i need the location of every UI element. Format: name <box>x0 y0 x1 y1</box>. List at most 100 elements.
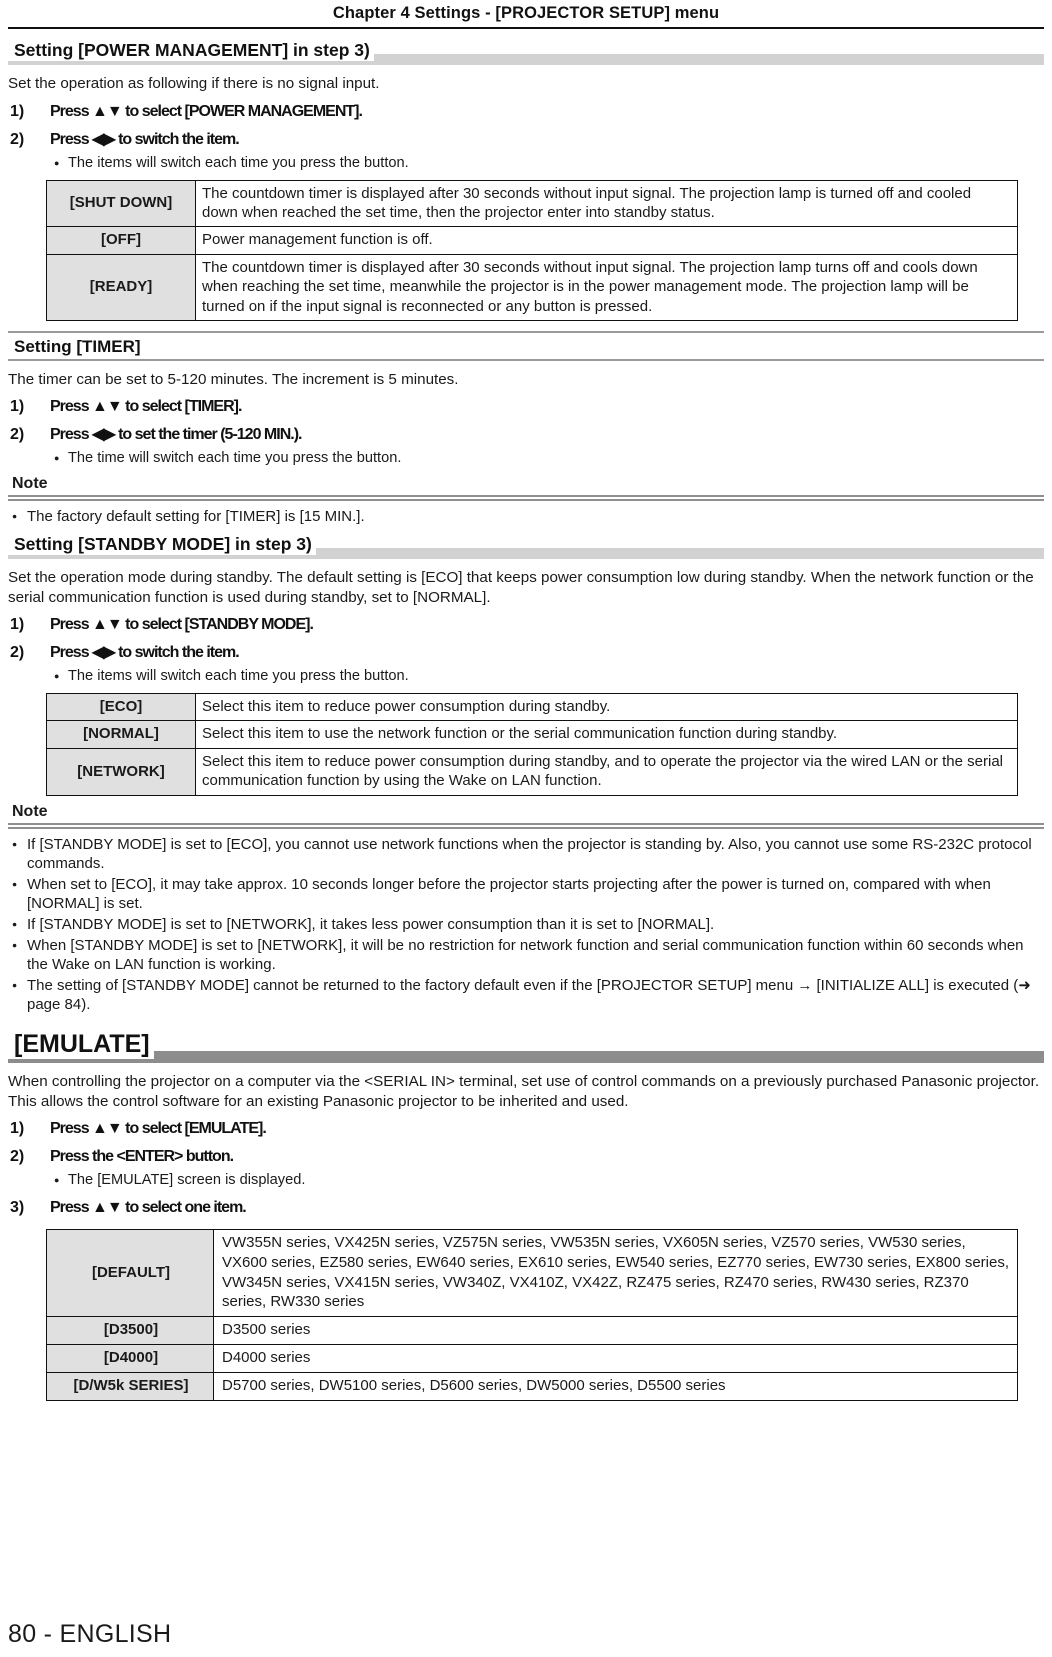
option-key: [OFF] <box>46 226 196 255</box>
step-text: Press ▲▼ to select one item. <box>50 1199 247 1216</box>
standby-mode-steps: 1) Press ▲▼ to select [STANDBY MODE]. 2)… <box>8 614 1044 663</box>
option-value: The countdown timer is displayed after 3… <box>195 253 1018 321</box>
page-footer: 80 - ENGLISH <box>8 1620 172 1648</box>
timer-sub-bullets: The time will switch each time you press… <box>8 449 1044 468</box>
list-item: The time will switch each time you press… <box>54 449 1044 468</box>
emulate-steps: 1) Press ▲▼ to select [EMULATE]. 2) Pres… <box>8 1118 1044 1167</box>
step-item: 1) Press ▲▼ to select [TIMER]. <box>8 396 1044 417</box>
section-heading-timer: Setting [TIMER] <box>8 330 1044 361</box>
section-heading-emulate-label: [EMULATE] <box>8 1029 154 1059</box>
emulate-intro: When controlling the projector on a comp… <box>8 1073 1040 1110</box>
power-management-intro: Set the operation as following if there … <box>8 75 380 92</box>
list-item: The setting of [STANDBY MODE] cannot be … <box>12 976 1044 1015</box>
table-row: [NORMAL] Select this item to use the net… <box>46 720 1018 749</box>
standby-mode-notes: If [STANDBY MODE] is set to [ECO], you c… <box>8 835 1044 1015</box>
section-heading-power-management-label: Setting [POWER MANAGEMENT] in step 3) <box>8 39 374 61</box>
step-number: 2) <box>10 426 25 444</box>
timer-note-header: Note <box>8 474 1044 502</box>
note-rule-bottom <box>8 499 1044 502</box>
option-key: [NORMAL] <box>46 720 196 749</box>
section-heading-emulate: [EMULATE] <box>8 1029 1044 1063</box>
heading-band-fill <box>8 1051 1044 1063</box>
step-item: 2) Press the <ENTER> button. <box>8 1146 1044 1167</box>
option-value: Select this item to use the network func… <box>195 720 1018 749</box>
option-key: [D4000] <box>46 1343 214 1373</box>
option-key: [D/W5k SERIES] <box>46 1371 214 1401</box>
list-item: When [STANDBY MODE] is set to [NETWORK],… <box>12 936 1044 975</box>
section-heading-timer-label: Setting [TIMER] <box>14 336 141 356</box>
option-value: D4000 series <box>213 1343 1018 1373</box>
step-item: 3) Press ▲▼ to select one item. <box>8 1197 1044 1218</box>
section-heading-standby-mode-label: Setting [STANDBY MODE] in step 3) <box>8 533 316 556</box>
note-label: Note <box>12 802 48 820</box>
option-key: [SHUT DOWN] <box>46 179 196 228</box>
option-key: [ECO] <box>46 693 196 722</box>
step-text: Press ◀▶ to set the timer (5-120 MIN.). <box>50 426 302 444</box>
step-text: Press ▲▼ to select [TIMER]. <box>50 398 242 416</box>
option-value: Power management function is off. <box>195 226 1018 255</box>
list-item: If [STANDBY MODE] is set to [NETWORK], i… <box>12 915 1044 935</box>
note-rule-top <box>8 495 1044 498</box>
timer-steps: 1) Press ▲▼ to select [TIMER]. 2) Press … <box>8 396 1044 445</box>
note-rule-bottom <box>8 826 1044 829</box>
step-text: Press ◀▶ to switch the item. <box>50 130 240 148</box>
step-number: 2) <box>10 130 25 148</box>
option-value: Select this item to reduce power consump… <box>195 693 1018 722</box>
step-item: 2) Press ◀▶ to switch the item. <box>8 642 1044 663</box>
table-row: [SHUT DOWN] The countdown timer is displ… <box>46 179 1018 228</box>
emulate-steps-continued: 3) Press ▲▼ to select one item. <box>8 1197 1044 1218</box>
power-management-sub-bullets: The items will switch each time you pres… <box>8 154 1044 173</box>
table-row: [OFF] Power management function is off. <box>46 226 1018 255</box>
step-number: 2) <box>10 1148 25 1165</box>
timer-notes: The factory default setting for [TIMER] … <box>8 507 1044 527</box>
step-text: Press ▲▼ to select [EMULATE]. <box>50 1120 267 1137</box>
emulate-options-table: [DEFAULT] VW355N series, VX425N series, … <box>46 1228 1018 1401</box>
option-key: [NETWORK] <box>46 747 196 796</box>
list-item: The factory default setting for [TIMER] … <box>12 507 1044 527</box>
step-number: 2) <box>10 644 25 662</box>
power-management-steps: 1) Press ▲▼ to select [POWER MANAGEMENT]… <box>8 101 1044 150</box>
section-heading-standby-mode: Setting [STANDBY MODE] in step 3) <box>8 533 1044 560</box>
step-item: 2) Press ◀▶ to switch the item. <box>8 129 1044 150</box>
note-label: Note <box>12 475 48 493</box>
list-item: If [STANDBY MODE] is set to [ECO], you c… <box>12 835 1044 874</box>
step-item: 2) Press ◀▶ to set the timer (5-120 MIN.… <box>8 424 1044 445</box>
option-value: The countdown timer is displayed after 3… <box>195 179 1018 228</box>
step-number: 3) <box>10 1199 25 1216</box>
standby-mode-sub-bullets: The items will switch each time you pres… <box>8 667 1044 686</box>
table-row: [ECO] Select this item to reduce power c… <box>46 693 1018 722</box>
step-number: 1) <box>10 102 25 120</box>
chapter-header: Chapter 4 Settings - [PROJECTOR SETUP] m… <box>332 4 720 22</box>
section-heading-power-management: Setting [POWER MANAGEMENT] in step 3) <box>8 39 1044 65</box>
step-text: Press ▲▼ to select [POWER MANAGEMENT]. <box>50 102 363 120</box>
step-item: 1) Press ▲▼ to select [POWER MANAGEMENT]… <box>8 101 1044 122</box>
option-value: VW355N series, VX425N series, VZ575N ser… <box>213 1228 1018 1318</box>
heading-rule-bottom <box>8 358 1044 361</box>
step-text: Press ▲▼ to select [STANDBY MODE]. <box>50 616 314 634</box>
list-item: The items will switch each time you pres… <box>54 667 1044 686</box>
list-item: The items will switch each time you pres… <box>54 154 1044 173</box>
table-row: [D4000] D4000 series <box>46 1343 1018 1373</box>
timer-intro: The timer can be set to 5-120 minutes. T… <box>8 370 459 388</box>
manual-page: Chapter 4 Settings - [PROJECTOR SETUP] m… <box>0 0 1052 1657</box>
table-row: [DEFAULT] VW355N series, VX425N series, … <box>46 1228 1018 1318</box>
standby-mode-intro: Set the operation mode during standby. T… <box>8 569 1034 606</box>
step-item: 1) Press ▲▼ to select [STANDBY MODE]. <box>8 614 1044 635</box>
step-number: 1) <box>10 398 25 416</box>
emulate-sub-bullets: The [EMULATE] screen is displayed. <box>8 1171 1044 1190</box>
table-row: [NETWORK] Select this item to reduce pow… <box>46 747 1018 796</box>
option-key: [D3500] <box>46 1316 214 1345</box>
power-management-options-table: [SHUT DOWN] The countdown timer is displ… <box>46 179 1018 321</box>
table-row: [READY] The countdown timer is displayed… <box>46 253 1018 321</box>
header-divider <box>8 27 1044 29</box>
standby-mode-options-table: [ECO] Select this item to reduce power c… <box>46 693 1018 796</box>
list-item: The [EMULATE] screen is displayed. <box>54 1171 1044 1190</box>
step-text: Press ◀▶ to switch the item. <box>50 644 240 662</box>
note-rule-top <box>8 822 1044 825</box>
option-value: D3500 series <box>213 1316 1018 1345</box>
table-row: [D3500] D3500 series <box>46 1316 1018 1345</box>
list-item: When set to [ECO], it may take approx. 1… <box>12 875 1044 914</box>
standby-mode-note-header: Note <box>8 802 1044 829</box>
step-number: 1) <box>10 616 25 634</box>
option-key: [READY] <box>46 253 196 321</box>
